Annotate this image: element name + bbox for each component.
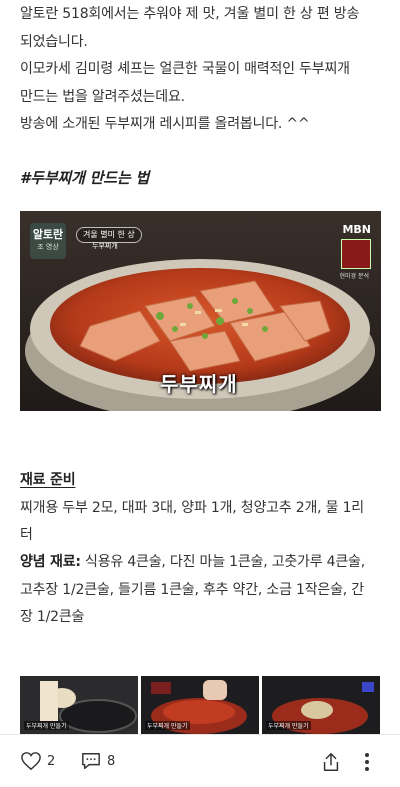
- step-thumbnail-3-label: 두부찌개 만들기: [266, 721, 311, 730]
- ingredients-line-1: 찌개용 두부 2모, 대파 3대, 양파 1개, 청양고추 2개, 물 1리: [20, 500, 364, 516]
- seasoning-line-2: 고추장 1/2큰술, 들기름 1큰술, 후추 약간, 소금 1작은술, 간: [20, 582, 364, 598]
- seasoning-line-3: 장 1/2큰술: [20, 609, 85, 625]
- like-count: 2: [47, 753, 56, 769]
- heart-icon: [21, 752, 41, 771]
- share-button[interactable]: [320, 751, 342, 773]
- comment-button[interactable]: 8: [80, 751, 115, 771]
- seasoning-line-1-text: 식용유 4큰술, 다진 마늘 1큰술, 고춧가루 4큰술,: [80, 554, 365, 570]
- comment-icon: [82, 753, 100, 769]
- intro-line-1: 알토란 518회에서는 추워야 제 맛, 겨울 별미 한 상 편 방송: [20, 6, 360, 22]
- channel-badge: [341, 239, 371, 269]
- step-thumbnail-1[interactable]: 두부찌개 만들기: [20, 676, 138, 734]
- step-thumbnail-2-label: 두부찌개 만들기: [145, 721, 190, 730]
- step-thumbnail-2[interactable]: 두부찌개 만들기: [141, 676, 259, 734]
- video-thumbnail[interactable]: 알토란 조 영상 겨울 별미 한 상 두부찌개 MBN 현미경 분석 두부찌개: [20, 211, 381, 411]
- section-heading: #두부찌개 만드는 법: [20, 169, 150, 187]
- intro-line-2: 되었습니다.: [20, 34, 88, 50]
- ingredients-title: 재료 준비: [20, 472, 76, 488]
- intro-line-3: 이모카세 김미령 셰프는 얼큰한 국물이 매력적인 두부찌개: [20, 61, 350, 77]
- seasoning-line-1: 양념 재료: 식용유 4큰술, 다진 마늘 1큰술, 고춧가루 4큰술,: [20, 552, 380, 572]
- more-vertical-icon: [365, 753, 369, 771]
- comment-count: 8: [107, 753, 116, 769]
- video-caption-sub: 두부찌개: [92, 242, 118, 250]
- step-thumbnail-3[interactable]: 두부찌개 만들기: [262, 676, 380, 734]
- intro-line-5: 방송에 소개된 두부찌개 레시피를 올려봅니다. ^^: [20, 116, 310, 132]
- intro-line-4: 만드는 법을 알려주셨는데요.: [20, 89, 185, 105]
- dish-title: 두부찌개: [160, 372, 238, 396]
- share-icon: [323, 753, 339, 771]
- more-options-button[interactable]: [362, 751, 372, 773]
- show-logo: 알토란 조 영상: [30, 223, 66, 259]
- show-logo-text: 알토란: [32, 228, 64, 241]
- step-thumbnail-1-label: 두부찌개 만들기: [24, 721, 69, 730]
- show-logo-sub: 조 영상: [37, 243, 59, 251]
- bottom-toolbar: 2 8: [0, 734, 400, 787]
- ingredients-line-2: 터: [20, 527, 33, 543]
- channel-side-text: 현미경 분석: [339, 273, 369, 280]
- channel-logo: MBN: [342, 223, 371, 236]
- like-button[interactable]: 2: [20, 751, 55, 771]
- seasoning-label: 양념 재료:: [20, 554, 81, 570]
